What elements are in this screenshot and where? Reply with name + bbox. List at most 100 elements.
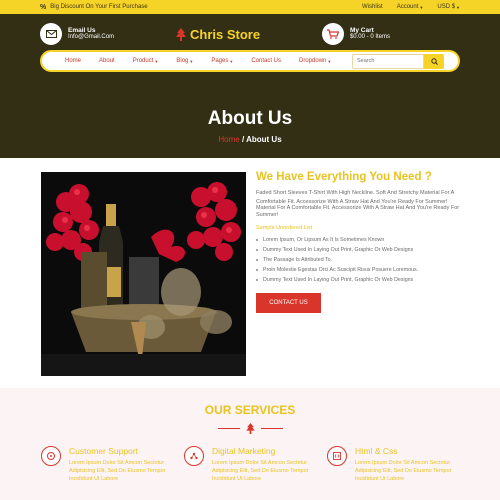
page-title: About Us: [207, 108, 293, 129]
code-icon: [327, 446, 347, 466]
cart-text: My Cart $0.00 - 0 Items: [350, 27, 390, 41]
breadcrumb-current: / About Us: [241, 135, 282, 144]
top-links: Wishlist Account ▼ USD $ ▼: [362, 4, 460, 10]
email-block[interactable]: Email Us Info@Gmail.Com: [40, 23, 114, 45]
currency-label: USD $: [437, 4, 456, 10]
nav-contact[interactable]: Contact Us: [242, 58, 290, 64]
chevron-down-icon: ▼: [229, 58, 234, 64]
service-body: Customer Support Lorem Ipsum Dolor Sit A…: [69, 446, 169, 483]
nav-label: Pages: [211, 58, 229, 64]
nav-label: Blog: [176, 58, 189, 64]
chevron-down-icon: ▼: [189, 58, 194, 64]
wishlist-link[interactable]: Wishlist: [362, 4, 383, 10]
bullet-icon: [256, 239, 258, 241]
email-label: Email Us: [68, 27, 96, 34]
service-card[interactable]: Digital Marketing Lorem Ipsum Dolor Sit …: [184, 446, 327, 483]
list-item-text: The Passage Is Attributed To.: [263, 257, 333, 263]
service-title: Digital Marketing: [212, 446, 276, 456]
email-icon: [40, 23, 62, 45]
service-card[interactable]: Html & Css Lorem Ipsum Dolor Sit Amcon S…: [327, 446, 470, 483]
marketing-icon: [184, 446, 204, 466]
nav-items: Home About Product ▼ Blog ▼ Pages ▼ Contact…: [56, 58, 352, 64]
nav-dropdown[interactable]: Dropdown ▼: [290, 58, 340, 64]
tree-icon: [176, 27, 186, 41]
tree-icon: [245, 423, 255, 434]
gift-basket-image: [41, 172, 246, 376]
nav-label: Contact Us: [251, 58, 282, 64]
about-paragraph-2: Material For A Comfortable Fit. Accessor…: [256, 205, 460, 218]
cart-label: My Cart: [349, 27, 374, 34]
breadcrumb-home[interactable]: Home: [218, 135, 239, 144]
promo-text: Big Discount On Your First Purchase: [50, 4, 148, 10]
about-text: We Have Everything You Need ? Faded Shor…: [246, 171, 461, 386]
service-body: Html & Css Lorem Ipsum Dolor Sit Amcon S…: [355, 446, 455, 483]
service-text: Lorem Ipsum Dolor Sit Amcon Sectetur Adi…: [355, 460, 452, 482]
support-icon: [41, 446, 61, 466]
cart-value: $0.00 - 0 Items: [349, 34, 390, 40]
breadcrumb: Home / About Us: [0, 135, 500, 144]
bullet-icon: [256, 269, 258, 271]
page: % Big Discount On Your First Purchase Wi…: [0, 0, 500, 500]
list-title: Sample Unordered List: [256, 225, 313, 231]
list-item-text: Lorem Ipsum, Or Lipsum As It Is Sometime…: [263, 237, 385, 243]
nav-label: Dropdown: [299, 58, 327, 64]
service-title: Customer Support: [69, 446, 138, 456]
nav-label: About: [99, 58, 115, 64]
service-body: Digital Marketing Lorem Ipsum Dolor Sit …: [212, 446, 312, 483]
email-text: Email Us Info@Gmail.Com: [68, 27, 114, 41]
email-value: Info@Gmail.Com: [68, 34, 115, 40]
search-button[interactable]: [424, 53, 444, 69]
divider: [0, 423, 500, 434]
nav-home[interactable]: Home: [56, 58, 90, 64]
search: [352, 53, 444, 69]
service-text: Lorem Ipsum Dolor Sit Amcon Sectetur Adi…: [212, 460, 309, 482]
bullet-icon: [256, 279, 258, 281]
cart-block[interactable]: My Cart $0.00 - 0 Items: [321, 23, 390, 45]
info-row: Email Us Info@Gmail.Com Chris Store My C…: [0, 14, 500, 48]
top-bar: % Big Discount On Your First Purchase Wi…: [0, 0, 500, 14]
about-section: We Have Everything You Need ? Faded Shor…: [0, 158, 500, 386]
service-text: Lorem Ipsum Dolor Sit Amcon Sectetur Adi…: [69, 460, 166, 482]
chevron-down-icon: ▼: [154, 58, 159, 64]
about-title: We Have Everything You Need ?: [256, 171, 432, 183]
nav-pages[interactable]: Pages ▼: [202, 58, 242, 64]
header: Email Us Info@Gmail.Com Chris Store My C…: [0, 14, 500, 158]
search-input[interactable]: [352, 53, 424, 69]
logo[interactable]: Chris Store: [176, 27, 260, 42]
bullet-icon: [256, 249, 258, 251]
divider-line: [217, 428, 240, 429]
services-row: Customer Support Lorem Ipsum Dolor Sit A…: [0, 434, 500, 483]
contact-us-button[interactable]: CONTACT US: [256, 293, 321, 313]
service-card[interactable]: Customer Support Lorem Ipsum Dolor Sit A…: [41, 446, 184, 483]
chevron-down-icon: ▼: [419, 4, 424, 10]
nav-blog[interactable]: Blog ▼: [167, 58, 202, 64]
cart-icon: [321, 23, 344, 45]
nav-about[interactable]: About: [90, 58, 124, 64]
account-label: Account: [396, 4, 419, 10]
list-item: Dummy Text Used In Laying Out Print, Gra…: [256, 275, 461, 285]
nav-label: Home: [65, 58, 82, 64]
divider-line: [260, 428, 283, 429]
currency-dropdown[interactable]: USD $ ▼: [437, 4, 460, 10]
product-photo: [41, 172, 246, 376]
account-dropdown[interactable]: Account ▼: [397, 4, 424, 10]
main-nav: Home About Product ▼ Blog ▼ Pages ▼ Contact…: [40, 50, 460, 72]
list-item-text: Proin Molestie Egestas Orci Ac Suscipit …: [263, 267, 419, 273]
list-item: Dummy Text Used In Laying Out Print, Gra…: [256, 245, 461, 255]
chevron-down-icon: ▼: [456, 4, 460, 10]
list-item-text: Dummy Text Used In Laying Out Print, Gra…: [263, 247, 414, 253]
nav-product[interactable]: Product ▼: [124, 58, 168, 64]
chevron-down-icon: ▼: [327, 58, 332, 64]
list-item-text: Dummy Text Used In Laying Out Print, Gra…: [263, 277, 414, 283]
list-item: Lorem Ipsum, Or Lipsum As It Is Sometime…: [256, 235, 461, 245]
list-item: The Passage Is Attributed To.: [256, 255, 461, 265]
list-item: Proin Molestie Egestas Orci Ac Suscipit …: [256, 265, 461, 275]
services-section: OUR SERVICES Customer Support Lorem Ipsu…: [0, 388, 500, 500]
brand-name: Chris Store: [190, 26, 261, 42]
service-title: Html & Css: [355, 446, 398, 456]
bullet-icon: [256, 259, 258, 261]
percent-icon: %: [40, 3, 47, 11]
services-title: OUR SERVICES: [204, 403, 296, 417]
bullet-list: Lorem Ipsum, Or Lipsum As It Is Sometime…: [256, 235, 461, 285]
nav-label: Product: [132, 58, 154, 64]
